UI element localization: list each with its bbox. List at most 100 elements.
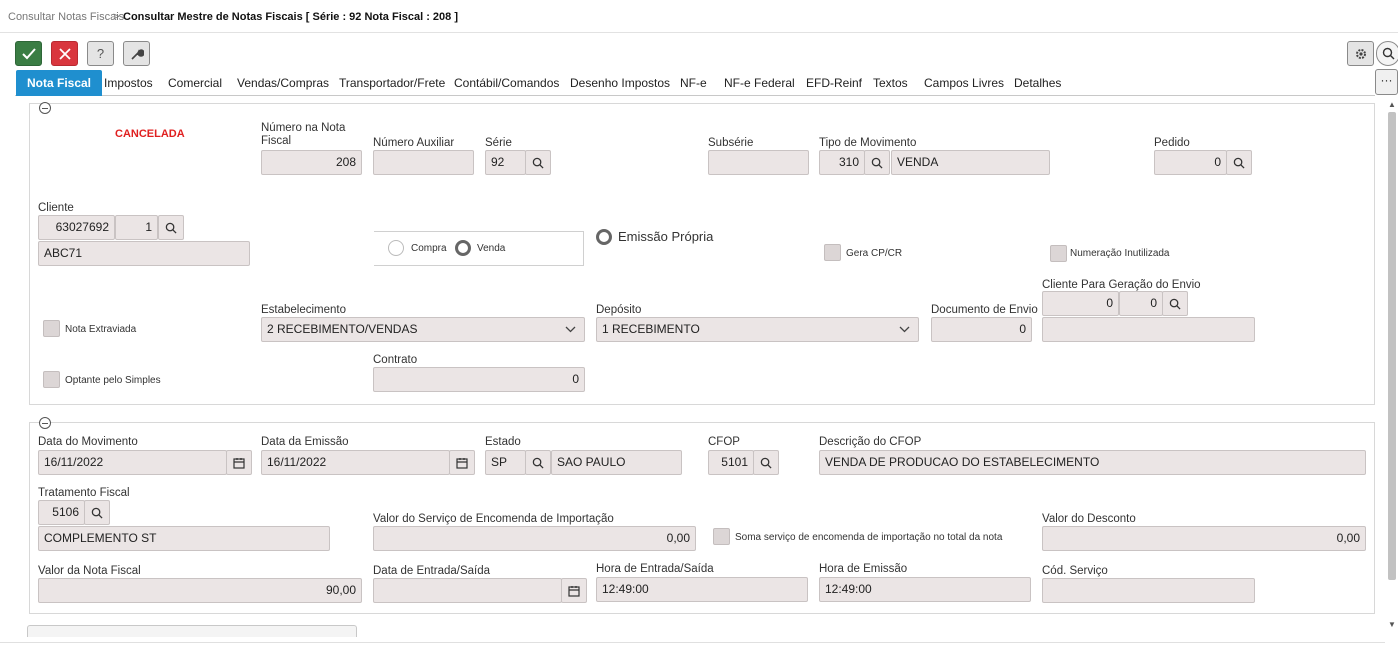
valor-servico-importacao-field[interactable]: 0,00 — [373, 526, 696, 551]
cod-servico-field[interactable] — [1042, 578, 1255, 603]
search-icon — [760, 457, 772, 469]
valor-desconto-field[interactable]: 0,00 — [1042, 526, 1366, 551]
next-section-button[interactable] — [27, 625, 357, 637]
search-button[interactable] — [1376, 41, 1398, 66]
tab-nota-fiscal[interactable]: Nota Fiscal — [16, 70, 103, 96]
data-emissao-field[interactable]: 16/11/2022 — [261, 450, 450, 475]
tipo-movimento-desc-field[interactable]: VENDA — [891, 150, 1050, 175]
hora-emissao-field[interactable]: 12:49:00 — [819, 577, 1031, 602]
data-movimento-calendar-button[interactable] — [226, 450, 252, 475]
tratamento-fiscal-lookup-button[interactable] — [84, 500, 110, 525]
cancel-button[interactable] — [51, 41, 78, 66]
deposito-label: Depósito — [596, 304, 642, 316]
gear-icon — [1355, 48, 1366, 59]
cliente-name-field[interactable]: ABC71 — [38, 241, 250, 266]
cliente-envio-lookup-button[interactable] — [1162, 291, 1188, 316]
more-tabs-button[interactable]: ··· — [1375, 69, 1398, 95]
vertical-scrollbar[interactable]: ▲ ▼ — [1386, 98, 1398, 634]
tab-efd-reinf[interactable]: EFD-Reinf — [806, 70, 862, 96]
deposito-select[interactable]: 1 RECEBIMENTO — [596, 317, 919, 342]
pedido-field[interactable]: 0 — [1154, 150, 1227, 175]
tab-nfe[interactable]: NF-e — [680, 70, 707, 96]
breadcrumb-parent-link[interactable]: Consultar Notas Fiscais — [8, 11, 124, 23]
subserie-field[interactable] — [708, 150, 809, 175]
tab-nfe-federal[interactable]: NF-e Federal — [724, 70, 795, 96]
numero-nf-field[interactable]: 208 — [261, 150, 362, 175]
tab-transportador-frete[interactable]: Transportador/Frete — [339, 70, 445, 96]
radio-venda-label: Venda — [477, 243, 506, 254]
valor-nota-field[interactable]: 90,00 — [38, 578, 362, 603]
calendar-icon — [568, 585, 580, 597]
estabelecimento-value: 2 RECEBIMENTO/VENDAS — [267, 322, 418, 336]
scroll-thumb[interactable] — [1388, 112, 1396, 580]
data-emissao-calendar-button[interactable] — [449, 450, 475, 475]
collapse-icon[interactable] — [39, 417, 51, 429]
help-button[interactable]: ? — [87, 41, 114, 66]
settings-button[interactable] — [1347, 41, 1374, 66]
serie-field[interactable]: 92 — [485, 150, 526, 175]
cfop-lookup-button[interactable] — [753, 450, 779, 475]
emissao-propria-radio[interactable] — [596, 229, 612, 245]
close-icon — [58, 47, 71, 60]
radio-venda[interactable] — [455, 240, 471, 256]
optante-simples-checkbox[interactable] — [43, 371, 60, 388]
nota-extraviada-checkbox[interactable] — [43, 320, 60, 337]
tratamento-fiscal-code-field[interactable]: 5106 — [38, 500, 85, 525]
tab-contabil-comandos[interactable]: Contábil/Comandos — [454, 70, 559, 96]
tratamento-fiscal-desc-field[interactable]: COMPLEMENTO ST — [38, 526, 330, 551]
numeracao-inutilizada-checkbox[interactable] — [1050, 245, 1067, 262]
estado-label: Estado — [485, 436, 521, 448]
data-movimento-label: Data do Movimento — [38, 436, 138, 448]
gera-cp-checkbox[interactable] — [824, 244, 841, 261]
estado-code-field[interactable]: SP — [485, 450, 526, 475]
documento-envio-label: Documento de Envio — [931, 304, 1038, 316]
tipo-movimento-lookup-button[interactable] — [864, 150, 890, 175]
cliente-lookup-button[interactable] — [158, 215, 184, 240]
data-emissao-label: Data da Emissão — [261, 436, 349, 448]
gera-cp-label: Gera CP/CR — [846, 248, 903, 259]
cliente-envio-name-field[interactable] — [1042, 317, 1255, 342]
scroll-down-arrow[interactable]: ▼ — [1388, 620, 1396, 629]
cfop-field[interactable]: 5101 — [708, 450, 754, 475]
tab-textos[interactable]: Textos — [873, 70, 908, 96]
cliente-seq-field[interactable]: 1 — [115, 215, 158, 240]
descricao-cfop-field[interactable]: VENDA DE PRODUCAO DO ESTABELECIMENTO — [819, 450, 1366, 475]
tools-button[interactable] — [123, 41, 150, 66]
tab-impostos[interactable]: Impostos — [104, 70, 153, 96]
estabelecimento-select[interactable]: 2 RECEBIMENTO/VENDAS — [261, 317, 585, 342]
tipo-movimento-code-field[interactable]: 310 — [819, 150, 865, 175]
radio-compra[interactable] — [388, 240, 404, 256]
tipo-movimento-label: Tipo de Movimento — [819, 137, 917, 149]
soma-servico-checkbox[interactable] — [713, 528, 730, 545]
estabelecimento-label: Estabelecimento — [261, 304, 347, 316]
hora-entrada-saida-field[interactable]: 12:49:00 — [596, 577, 808, 602]
scroll-up-arrow[interactable]: ▲ — [1388, 100, 1396, 109]
status-badge: CANCELADA — [115, 128, 185, 140]
cliente-code-field[interactable]: 63027692 — [38, 215, 115, 240]
calendar-icon — [456, 457, 468, 469]
cliente-envio-seq-field[interactable]: 0 — [1119, 291, 1163, 316]
tab-detalhes[interactable]: Detalhes — [1014, 70, 1061, 96]
tab-comercial[interactable]: Comercial — [168, 70, 222, 96]
tab-vendas-compras[interactable]: Vendas/Compras — [237, 70, 329, 96]
serie-label: Série — [485, 137, 512, 149]
contrato-field[interactable]: 0 — [373, 367, 585, 392]
calendar-icon — [233, 457, 245, 469]
estado-lookup-button[interactable] — [525, 450, 551, 475]
estado-name-field[interactable]: SAO PAULO — [551, 450, 682, 475]
descricao-cfop-label: Descrição do CFOP — [819, 436, 922, 448]
data-movimento-field[interactable]: 16/11/2022 — [38, 450, 227, 475]
serie-lookup-button[interactable] — [525, 150, 551, 175]
tab-desenho-impostos[interactable]: Desenho Impostos — [570, 70, 670, 96]
documento-envio-field[interactable]: 0 — [931, 317, 1032, 342]
cliente-envio-code-field[interactable]: 0 — [1042, 291, 1119, 316]
numero-aux-field[interactable] — [373, 150, 474, 175]
tab-campos-livres[interactable]: Campos Livres — [924, 70, 1004, 96]
data-entrada-saida-field[interactable] — [373, 578, 562, 603]
confirm-button[interactable] — [15, 41, 42, 66]
pedido-lookup-button[interactable] — [1226, 150, 1252, 175]
cod-servico-label: Cód. Serviço — [1042, 565, 1108, 577]
wrench-icon — [130, 48, 144, 60]
collapse-icon[interactable] — [39, 102, 51, 114]
data-entrada-saida-calendar-button[interactable] — [561, 578, 587, 603]
